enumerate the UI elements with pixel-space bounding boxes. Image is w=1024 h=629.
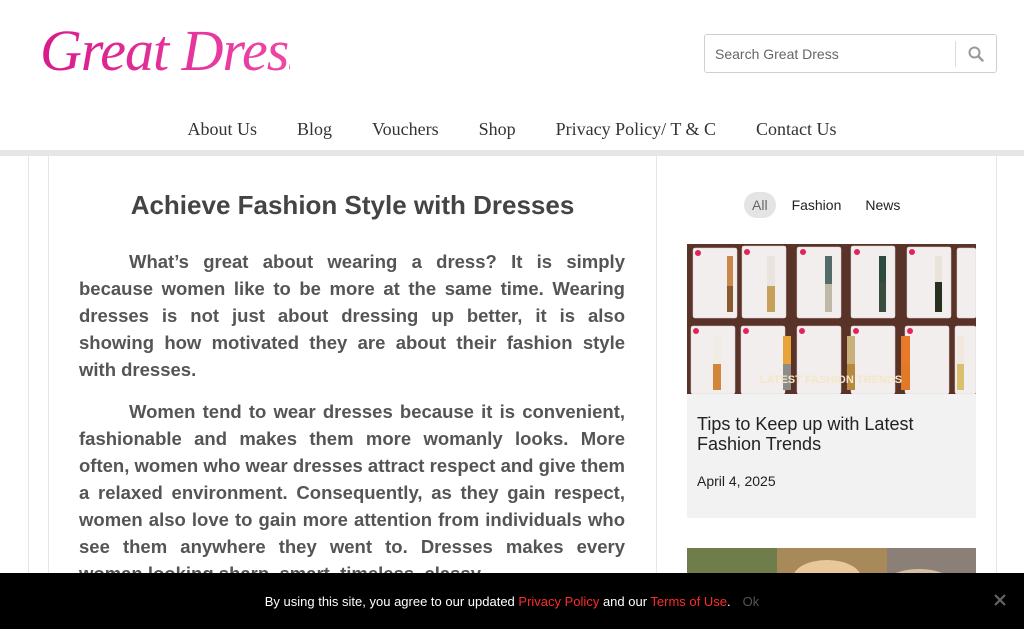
article-paragraph: Women tend to wear dresses because it is… xyxy=(79,401,625,584)
nav-item-contact-us[interactable]: Contact Us xyxy=(756,119,837,140)
cookie-close-button[interactable] xyxy=(992,592,1008,608)
nav-item-blog[interactable]: Blog xyxy=(297,119,332,140)
site-header: Great Dress xyxy=(0,0,1024,108)
filter-all[interactable]: All xyxy=(744,192,776,218)
cookie-message: By using this site, you agree to our upd… xyxy=(264,593,731,609)
nav-item-vouchers[interactable]: Vouchers xyxy=(372,119,439,140)
logo-icon: Great Dress xyxy=(40,18,290,83)
article-body: What’s great about wearing a dress? It i… xyxy=(79,248,625,602)
article-title: Achieve Fashion Style with Dresses xyxy=(130,190,575,220)
close-icon xyxy=(994,594,1006,606)
post-card[interactable]: LATEST FASHION TRENDS Tips to Keep up wi… xyxy=(687,244,976,518)
nav-item-about-us[interactable]: About Us xyxy=(187,119,257,140)
nav-item-privacy-policy[interactable]: Privacy Policy/ T & C xyxy=(556,119,716,140)
article-paragraph: What’s great about wearing a dress? It i… xyxy=(79,251,625,380)
category-filters: All Fashion News xyxy=(744,192,916,218)
post-title[interactable]: Tips to Keep up with Latest Fashion Tren… xyxy=(697,414,967,454)
post-date: April 4, 2025 xyxy=(697,473,776,489)
svg-text:LATEST FASHION TRENDS: LATEST FASHION TRENDS xyxy=(760,374,902,386)
terms-of-use-link[interactable]: Terms of Use xyxy=(650,594,727,609)
cookie-ok-button[interactable]: Ok xyxy=(743,594,760,609)
search-box xyxy=(704,34,997,73)
fashion-cards-image: LATEST FASHION TRENDS xyxy=(687,244,976,394)
main-nav: About Us Blog Vouchers Shop Privacy Poli… xyxy=(0,108,1024,150)
post-thumbnail[interactable]: LATEST FASHION TRENDS xyxy=(687,244,976,394)
svg-text:Great Dress: Great Dress xyxy=(40,18,290,83)
privacy-policy-link[interactable]: Privacy Policy xyxy=(518,594,599,609)
site-logo[interactable]: Great Dress xyxy=(38,14,290,84)
cookie-banner: By using this site, you agree to our upd… xyxy=(0,573,1024,629)
search-icon xyxy=(968,46,984,62)
search-button[interactable] xyxy=(956,35,996,72)
filter-fashion[interactable]: Fashion xyxy=(784,192,850,218)
search-input[interactable] xyxy=(705,35,956,72)
filter-news[interactable]: News xyxy=(857,192,908,218)
nav-item-shop[interactable]: Shop xyxy=(479,119,516,140)
